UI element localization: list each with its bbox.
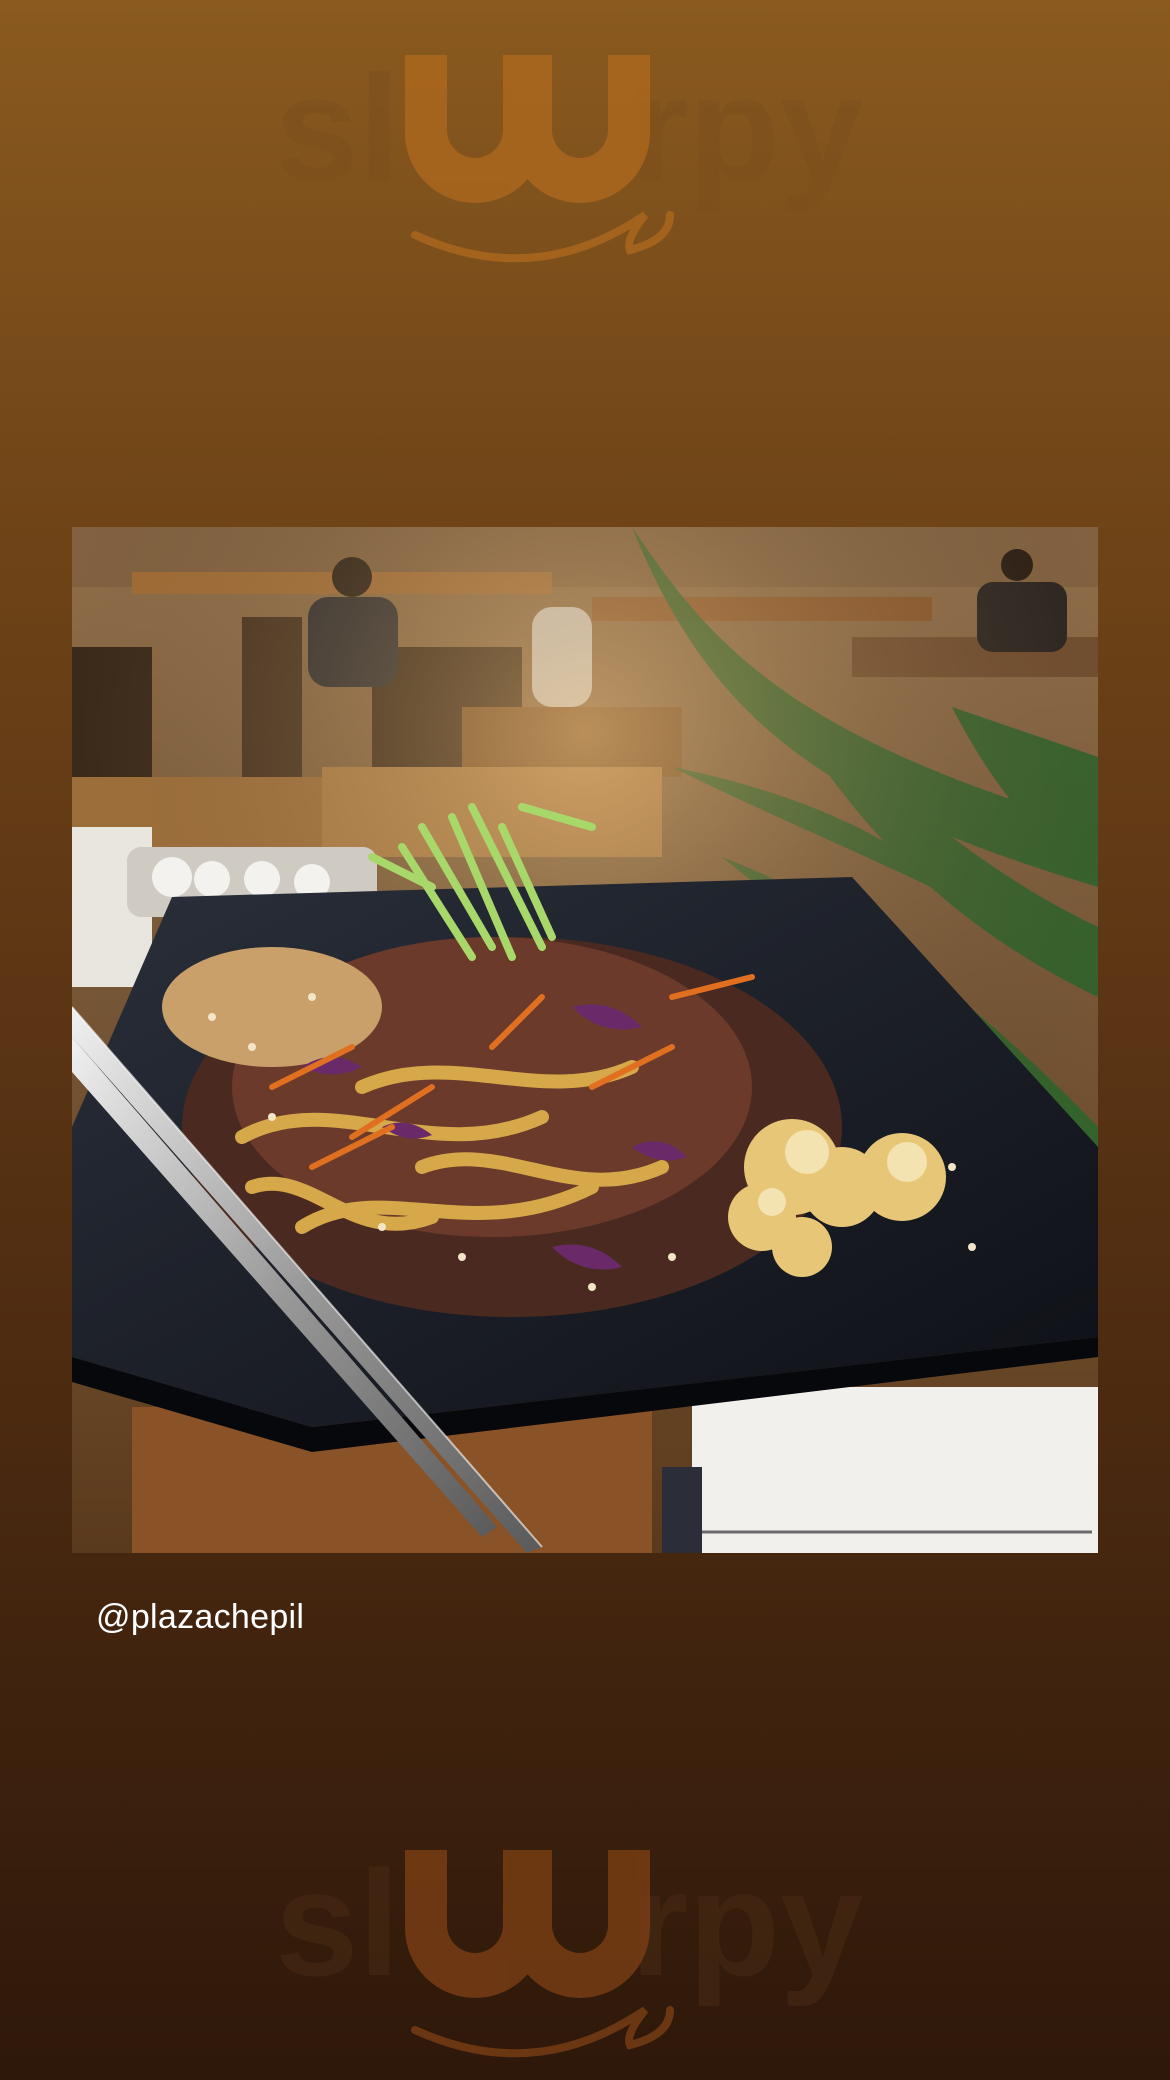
sluurpy-watermark-top: sl rpy: [0, 40, 1170, 270]
story-handle: @plazachepil: [96, 1598, 305, 1636]
sluurpy-logo-icon: sl rpy: [275, 1839, 863, 2058]
food-photo-icon: [72, 527, 1098, 1553]
svg-text:rpy: rpy: [630, 44, 863, 212]
svg-text:sl: sl: [275, 44, 400, 212]
svg-text:rpy: rpy: [630, 1839, 863, 2007]
svg-text:sl: sl: [275, 1839, 400, 2007]
sluurpy-logo-icon: sl rpy: [275, 44, 863, 263]
story-photo: [72, 527, 1098, 1553]
sluurpy-watermark-bottom: sl rpy: [0, 1835, 1170, 2065]
